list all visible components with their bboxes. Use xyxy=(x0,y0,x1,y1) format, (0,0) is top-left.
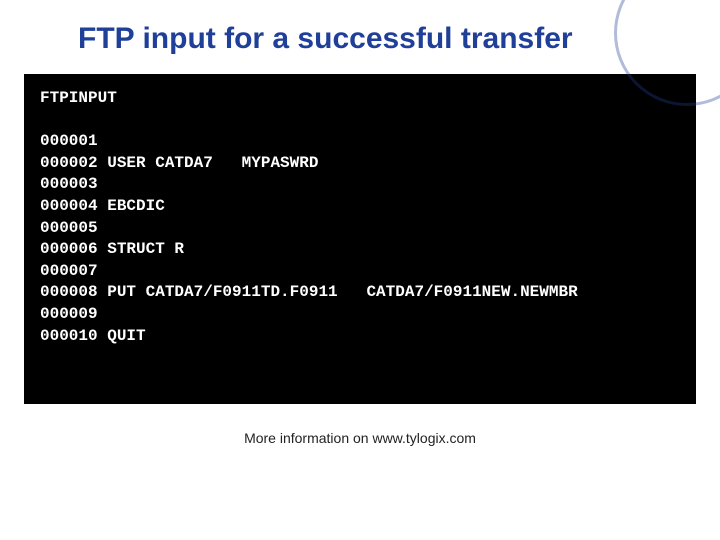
terminal-line: 000010 QUIT xyxy=(40,327,146,345)
slide: FTP input for a successful transfer FTPI… xyxy=(0,0,720,540)
terminal-header: FTPINPUT xyxy=(40,89,117,107)
footer-text: More information on www.tylogix.com xyxy=(0,430,720,446)
terminal-line: 000002 USER CATDA7 MYPASWRD xyxy=(40,154,318,172)
terminal-panel: FTPINPUT 000001 000002 USER CATDA7 MYPAS… xyxy=(24,74,696,404)
terminal-line: 000003 xyxy=(40,175,98,193)
terminal-line: 000008 PUT CATDA7/F0911TD.F0911 CATDA7/F… xyxy=(40,283,578,301)
terminal-line: 000004 EBCDIC xyxy=(40,197,165,215)
terminal-line: 000006 STRUCT R xyxy=(40,240,184,258)
terminal-line: 000009 xyxy=(40,305,98,323)
terminal-line: 000007 xyxy=(40,262,98,280)
terminal-line: 000005 xyxy=(40,219,98,237)
terminal-line: 000001 xyxy=(40,132,98,150)
page-title: FTP input for a successful transfer xyxy=(0,0,720,74)
